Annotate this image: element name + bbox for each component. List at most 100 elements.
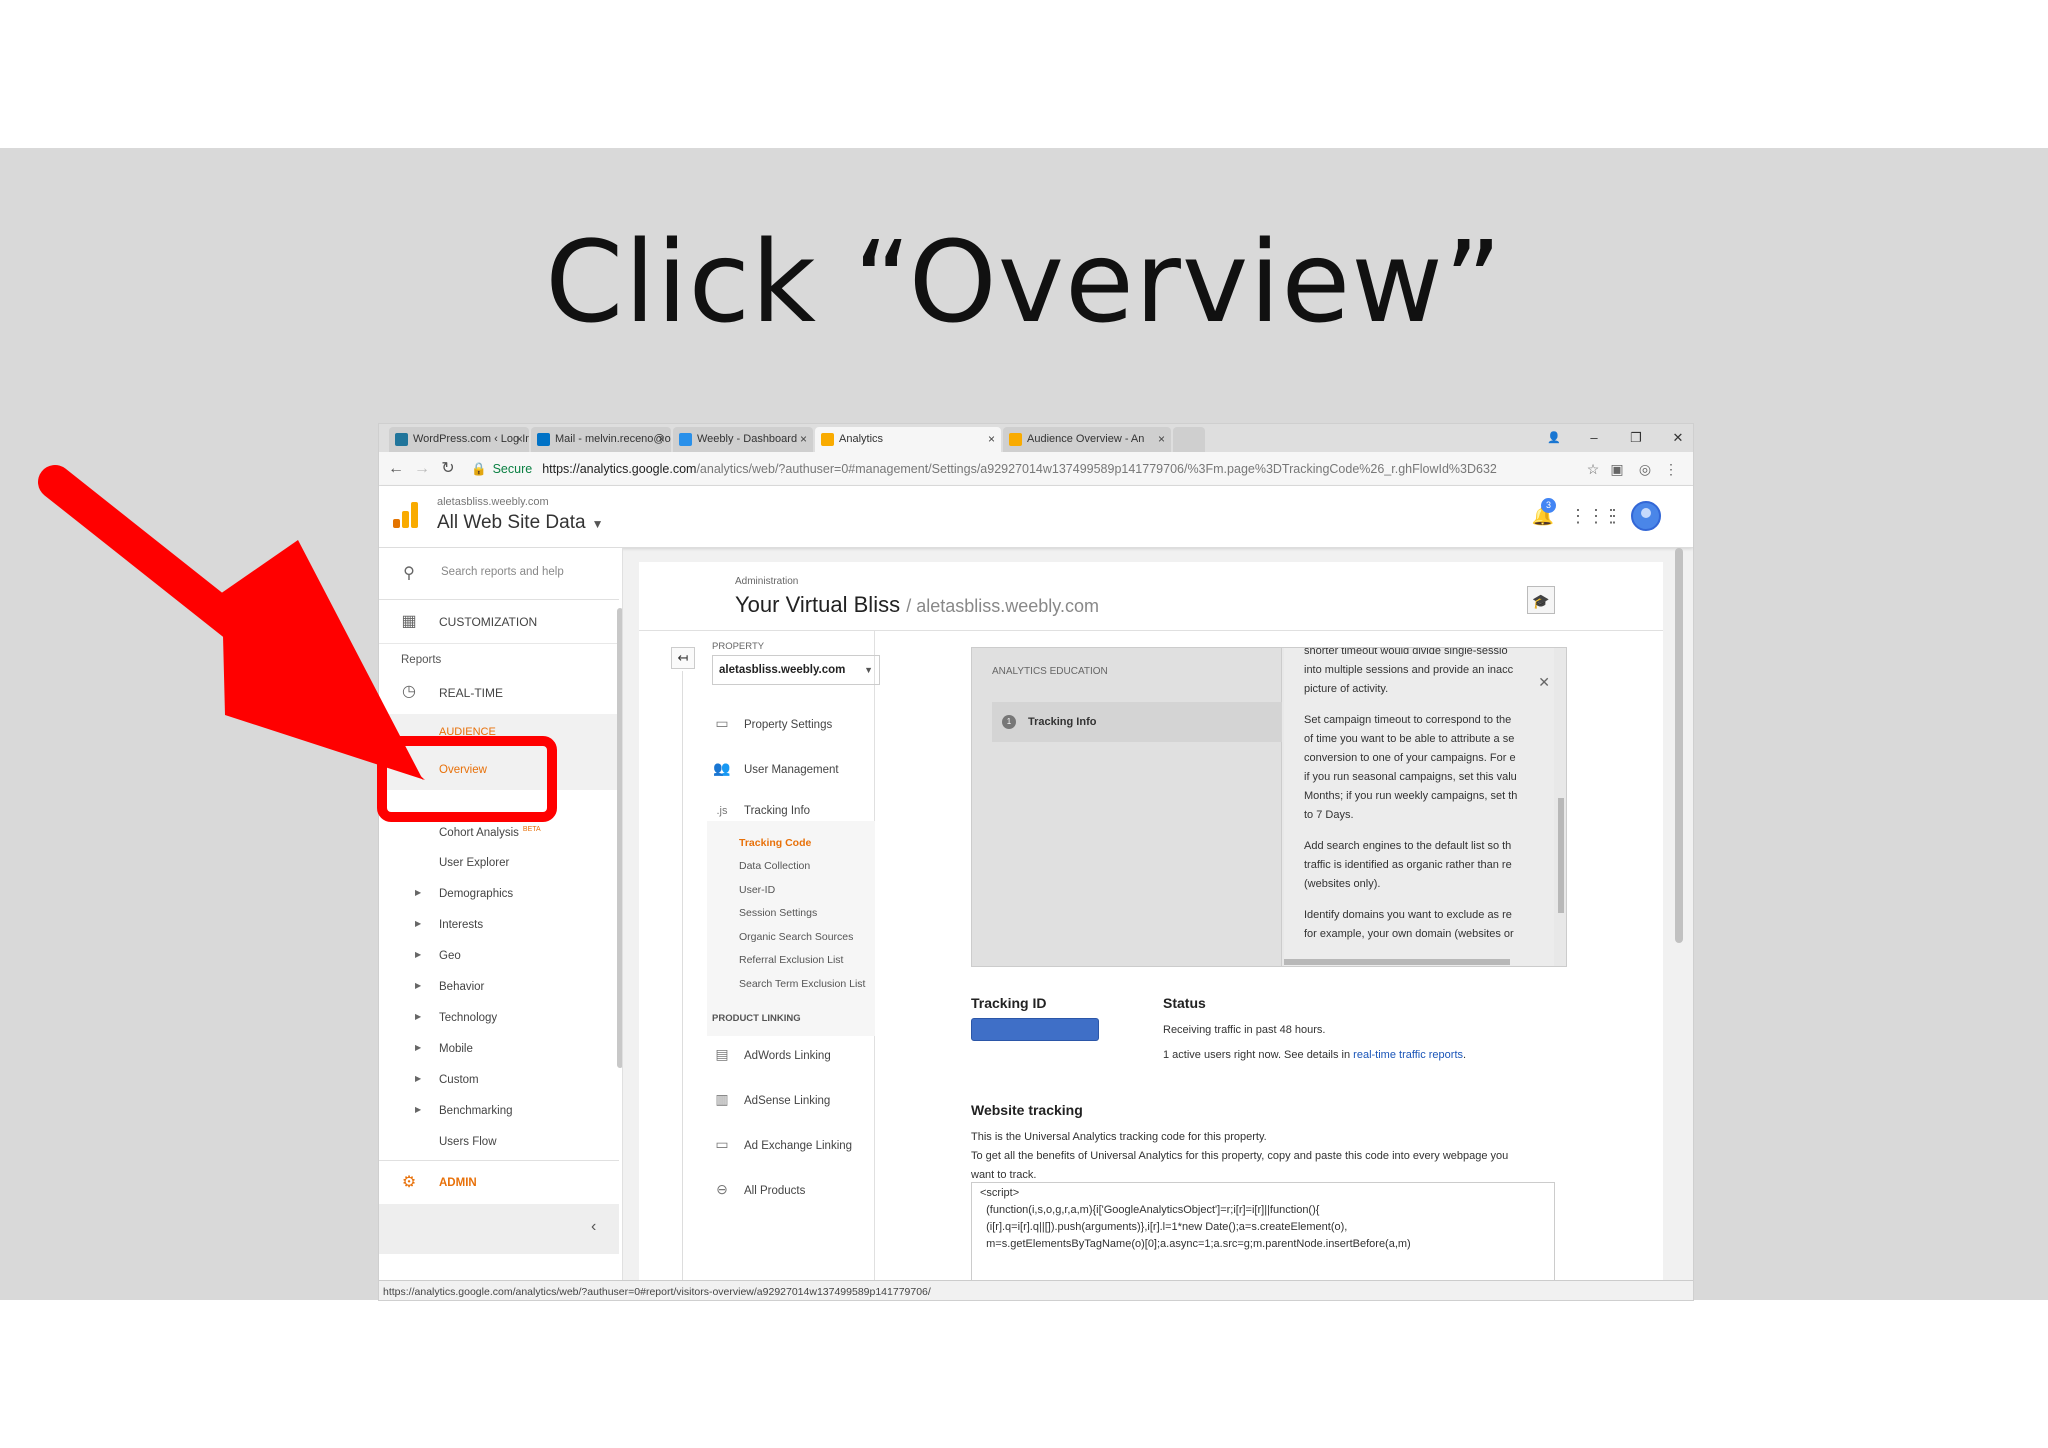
adsense-icon: ▥ <box>715 1091 729 1107</box>
new-tab-button[interactable] <box>1173 427 1205 452</box>
data-collection-link[interactable]: Data Collection <box>739 860 810 872</box>
nav-label: Benchmarking <box>439 1105 513 1117</box>
nav-interests[interactable]: ▶ Interests <box>379 919 619 935</box>
nav-label: Cohort Analysis <box>439 826 519 839</box>
analytics-education-panel: ANALYTICS EDUCATION 1 Tracking Info short… <box>971 647 1567 967</box>
product-linking-heading: PRODUCT LINKING <box>712 1013 801 1024</box>
nav-mobile[interactable]: ▶ Mobile <box>379 1043 619 1059</box>
adsense-linking-link[interactable]: ▥ AdSense Linking <box>712 1091 882 1108</box>
ad-exchange-linking-link[interactable]: ▭ Ad Exchange Linking <box>712 1136 882 1153</box>
nav-technology[interactable]: ▶ Technology <box>379 1012 619 1028</box>
browser-screenshot: WordPress.com ‹ Log In × Mail - melvin.r… <box>378 423 1694 1301</box>
extension-icon[interactable]: ▣ <box>1607 459 1627 479</box>
link-label: AdWords Linking <box>744 1050 831 1062</box>
avatar[interactable] <box>1631 501 1661 531</box>
step-number: 1 <box>1002 715 1016 729</box>
expand-triangle-icon: ▶ <box>415 981 422 990</box>
link-label: All Products <box>744 1185 806 1197</box>
url-field[interactable]: 🔒 Secure https://analytics.google.com/anal… <box>471 457 1589 481</box>
tab-audience-overview[interactable]: Audience Overview - An × <box>1003 427 1171 452</box>
tab-analytics[interactable]: Analytics × <box>815 427 1001 452</box>
close-icon[interactable]: × <box>516 427 523 452</box>
all-products-link[interactable]: ⊖ All Products <box>712 1181 882 1198</box>
page-scrollbar[interactable] <box>1675 548 1683 943</box>
back-arrow-icon[interactable]: ↤ <box>671 647 695 669</box>
adwords-linking-link[interactable]: ▤ AdWords Linking <box>712 1046 882 1063</box>
link-label: AdSense Linking <box>744 1095 831 1107</box>
organic-search-sources-link[interactable]: Organic Search Sources <box>739 931 853 943</box>
graduation-cap-icon[interactable]: 🎓 <box>1527 586 1555 614</box>
tab-label: Mail - melvin.receno@o <box>555 433 671 445</box>
education-line: conversion to one of your campaigns. For… <box>1304 752 1516 764</box>
website-tracking-line-3: want to track. <box>971 1169 1037 1181</box>
education-line: of time you want to be able to attribute… <box>1304 733 1515 745</box>
nav-label: Mobile <box>439 1043 473 1055</box>
tracking-id-redacted <box>971 1018 1099 1041</box>
url-path: /analytics/web/?authuser=0#management/Se… <box>696 462 1497 476</box>
nav-cohort-analysis[interactable]: Cohort Analysis BETA <box>439 826 541 839</box>
menu-dots-icon[interactable]: ⋮ <box>1661 459 1681 479</box>
education-line: Add search engines to the default list s… <box>1304 840 1512 852</box>
nav-custom[interactable]: ▶ Custom <box>379 1074 619 1090</box>
user-management-link[interactable]: 👥 User Management <box>712 760 882 777</box>
nav-behavior[interactable]: ▶ Behavior <box>379 981 619 997</box>
close-icon[interactable]: ✕ <box>1538 674 1550 691</box>
education-item-tracking-info[interactable]: 1 Tracking Info <box>992 702 1282 742</box>
extension-target-icon[interactable]: ◎ <box>1635 459 1655 479</box>
ad-exchange-icon: ▭ <box>715 1136 729 1152</box>
tracking-info-link[interactable]: .js Tracking Info <box>712 805 882 817</box>
referral-exclusion-link[interactable]: Referral Exclusion List <box>739 954 843 966</box>
tab-mail[interactable]: Mail - melvin.receno@o × <box>531 427 671 452</box>
realtime-reports-link[interactable]: real-time traffic reports <box>1353 1049 1463 1061</box>
close-icon[interactable]: × <box>800 427 807 452</box>
more-options-icon[interactable]: ⋮ <box>1599 504 1623 528</box>
education-line: for example, your own domain (websites o… <box>1304 928 1514 940</box>
collapse-bar: ‹ <box>379 1204 619 1254</box>
caret-down-icon: ▼ <box>864 665 873 675</box>
star-icon[interactable]: ☆ <box>1583 459 1603 479</box>
expand-triangle-icon: ▶ <box>415 1012 422 1021</box>
property-label: PROPERTY <box>712 641 765 652</box>
session-settings-link[interactable]: Session Settings <box>739 907 817 919</box>
secure-label: Secure <box>492 462 533 476</box>
nav-benchmarking[interactable]: ▶ Benchmarking <box>379 1105 619 1121</box>
nav-label: ADMIN <box>439 1177 477 1189</box>
expand-triangle-icon: ▶ <box>415 1043 422 1052</box>
apps-grid-icon[interactable]: ⋮⋮⋮ <box>1569 504 1623 528</box>
education-scrollbar[interactable] <box>1558 798 1564 913</box>
status-bar-url: https://analytics.google.com/analytics/w… <box>379 1280 1693 1300</box>
status-end: . <box>1463 1049 1467 1061</box>
tab-label: Weebly - Dashboard <box>697 433 798 445</box>
nav-users-flow[interactable]: Users Flow <box>439 1136 497 1148</box>
admin-panel: Administration Your Virtual Bliss / alet… <box>639 562 1663 1293</box>
property-settings-link[interactable]: ▭ Property Settings <box>712 715 882 732</box>
close-icon[interactable]: × <box>988 427 995 452</box>
tracking-code-textarea[interactable]: <script> (function(i,s,o,g,r,a,m){i['Goo… <box>971 1182 1555 1293</box>
close-icon[interactable]: × <box>1158 427 1165 452</box>
profile-icon[interactable]: 👤 <box>1539 426 1569 450</box>
nav-scrollbar[interactable] <box>617 608 622 1068</box>
nav-geo[interactable]: ▶ Geo <box>379 950 619 966</box>
restore-icon[interactable]: ❐ <box>1621 426 1651 450</box>
tab-weebly[interactable]: Weebly - Dashboard × <box>673 427 813 452</box>
nav-user-explorer[interactable]: User Explorer <box>439 857 509 869</box>
expand-triangle-icon: ▶ <box>415 919 422 928</box>
window-close-icon[interactable]: ✕ <box>1663 426 1693 450</box>
nav-admin[interactable]: ⚙ ADMIN <box>379 1160 619 1204</box>
minimize-icon[interactable]: – <box>1579 426 1609 450</box>
education-horizontal-scrollbar[interactable] <box>1284 959 1510 965</box>
property-select[interactable]: aletasbliss.weebly.com ▼ <box>712 655 880 685</box>
website-tracking-title: Website tracking <box>971 1102 1083 1118</box>
overview-highlight-box <box>377 736 557 822</box>
expand-triangle-icon: ▶ <box>415 1105 422 1114</box>
status-line-2: 1 active users right now. See details in… <box>1163 1049 1466 1061</box>
user-id-link[interactable]: User-ID <box>739 884 775 896</box>
chevron-left-icon[interactable]: ‹ <box>591 1218 596 1236</box>
education-line: Identify domains you want to exclude as … <box>1304 909 1512 921</box>
close-icon[interactable]: × <box>658 427 665 452</box>
nav-demographics[interactable]: ▶ Demographics <box>379 888 619 904</box>
link-chain-icon: ⊖ <box>716 1181 728 1197</box>
tracking-code-link[interactable]: Tracking Code <box>739 837 811 849</box>
search-term-exclusion-link[interactable]: Search Term Exclusion List <box>739 978 865 990</box>
education-line: shorter timeout would divide single-sess… <box>1304 648 1508 657</box>
